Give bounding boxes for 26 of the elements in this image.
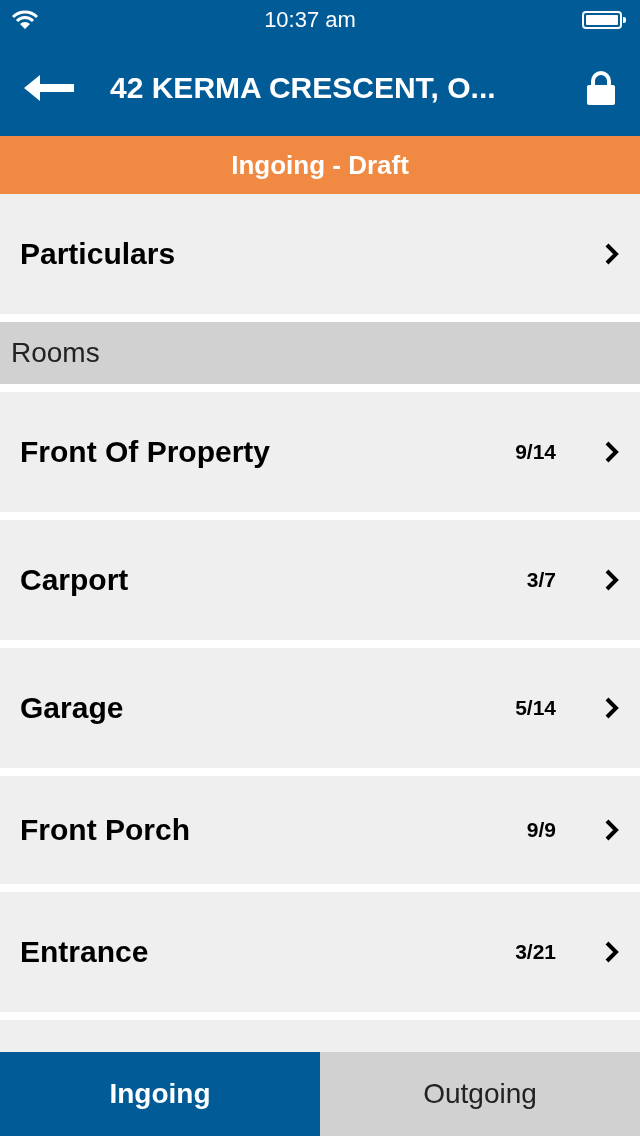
progress-count: 3/21 [515, 940, 556, 964]
list-row[interactable]: Particulars [0, 194, 640, 314]
list-row[interactable]: Entrance 3/21 [0, 892, 640, 1012]
window-title: 42 KERMA CRESCENT, O... [110, 71, 497, 105]
status-time: 10:37 am [264, 7, 356, 33]
progress-count: 3/7 [526, 568, 556, 592]
chevron-icon [604, 818, 620, 842]
chevron-icon [604, 568, 620, 592]
chevron-icon [604, 440, 620, 464]
chevron-icon [604, 940, 620, 964]
lock-icon[interactable] [586, 71, 616, 105]
section-title: Rooms [11, 337, 100, 369]
wifi-icon [12, 10, 38, 30]
progress-count: 9/9 [526, 818, 556, 842]
back-arrow-icon[interactable] [24, 75, 74, 101]
list-row[interactable]: Garage 5/14 [0, 648, 640, 768]
progress-count: 9/14 [515, 440, 556, 464]
list-row[interactable]: Front Of Property 9/14 [0, 392, 640, 512]
progress-count: 5/14 [515, 696, 556, 720]
status-banner: Ingoing - Draft [0, 136, 640, 194]
list-row[interactable]: Front Porch 9/9 [0, 776, 640, 884]
tab[interactable]: Ingoing [0, 1052, 320, 1136]
list-row[interactable]: Carport 3/7 [0, 520, 640, 640]
tab[interactable]: Outgoing [320, 1052, 640, 1136]
chevron-icon [604, 696, 620, 720]
chevron-icon [604, 242, 620, 266]
